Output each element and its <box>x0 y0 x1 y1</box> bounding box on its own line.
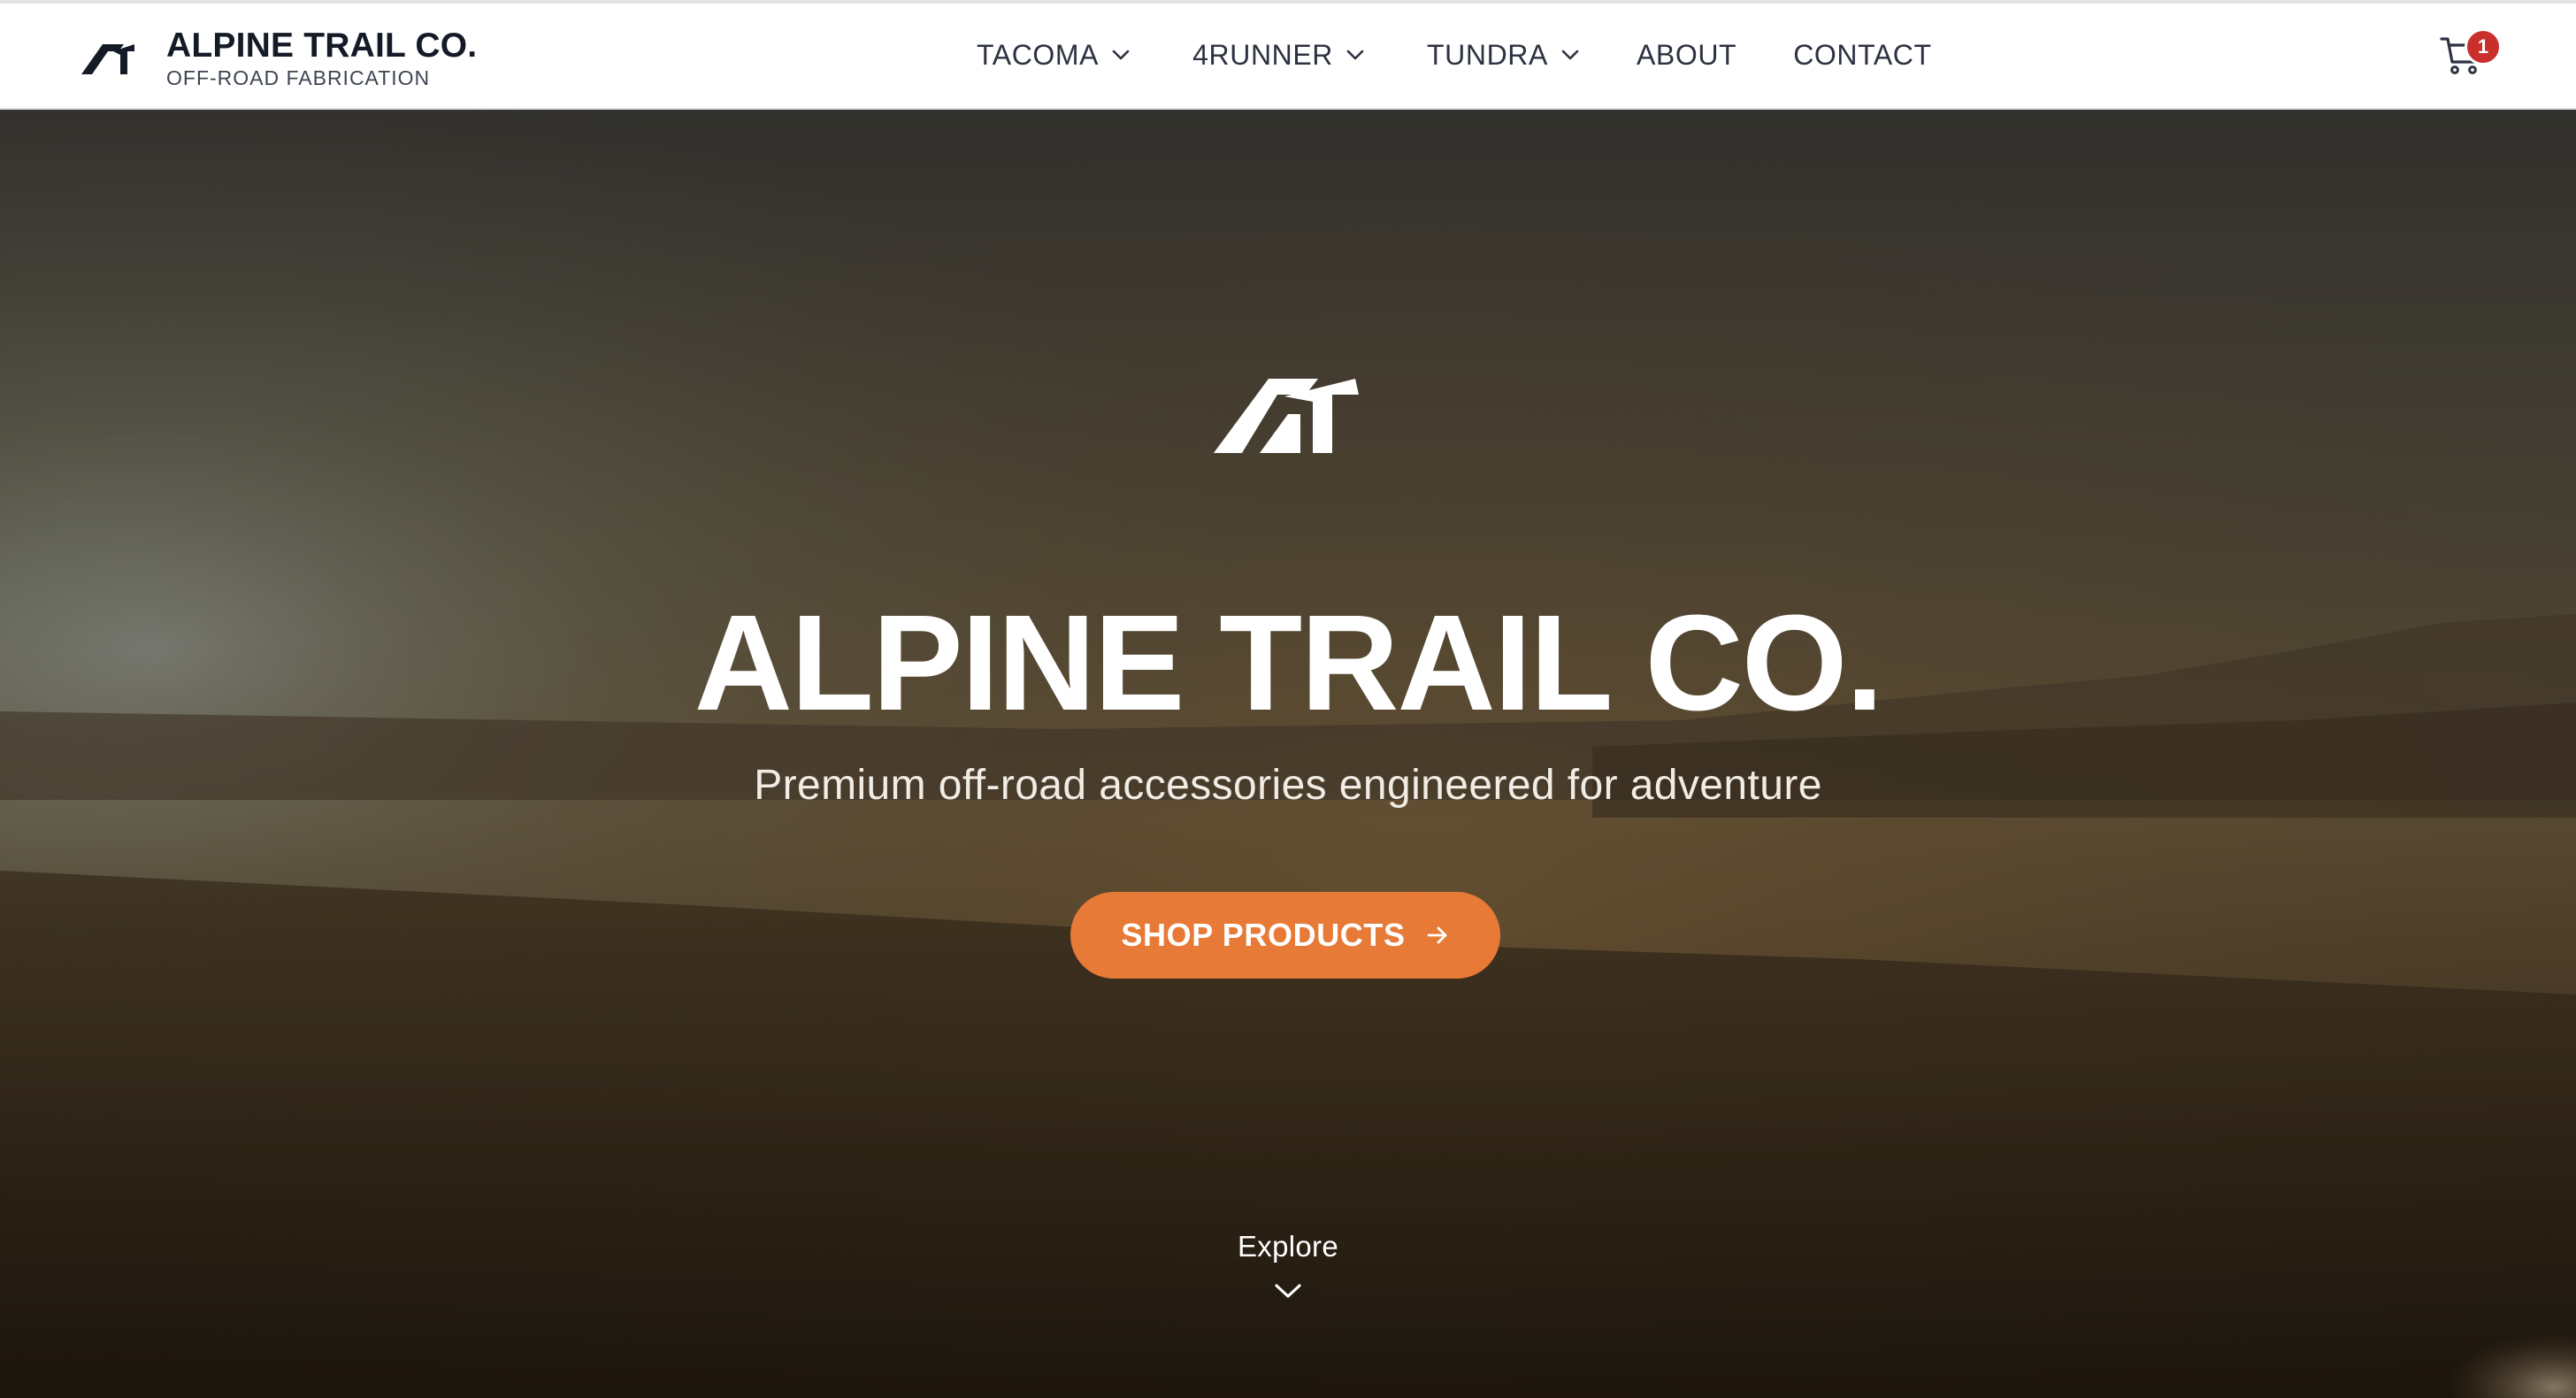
nav-item-contact[interactable]: CONTACT <box>1793 39 1931 72</box>
nav-item-label: ABOUT <box>1636 38 1737 71</box>
explore-label: Explore <box>1238 1230 1338 1263</box>
nav-item-label: TUNDRA <box>1427 38 1548 71</box>
nav-item-tundra[interactable]: TUNDRA <box>1427 39 1580 72</box>
chevron-down-icon <box>1112 50 1130 60</box>
alpine-trail-logo-icon <box>1214 379 1359 453</box>
site-header: ALPINE TRAIL CO. OFF-ROAD FABRICATION TA… <box>0 0 2576 110</box>
hero-section: ALPINE TRAIL CO. Premium off-road access… <box>0 110 2576 1398</box>
arrow-right-icon <box>1427 926 1446 944</box>
shop-products-button[interactable]: SHOP PRODUCTS <box>1070 892 1500 979</box>
nav-item-about[interactable]: ABOUT <box>1637 39 1736 72</box>
chevron-down-icon <box>1561 50 1579 60</box>
nav-item-tacoma[interactable]: TACOMA <box>977 39 1131 72</box>
explore-scroll-link[interactable]: Explore <box>1200 1230 1376 1327</box>
alpine-trail-logo-icon <box>81 44 134 74</box>
hero-background-image <box>0 110 2576 1398</box>
shop-products-label: SHOP PRODUCTS <box>1121 917 1406 953</box>
main-nav: TACOMA 4RUNNER TUNDRA ABOUT CONTACT <box>977 35 1932 74</box>
hero-subtitle: Premium off-road accessories engineered … <box>754 762 1822 809</box>
nav-item-label: 4RUNNER <box>1192 38 1334 71</box>
chevron-down-icon <box>1346 50 1364 60</box>
brand-name: ALPINE TRAIL CO. <box>166 27 478 65</box>
cart-button[interactable]: 1 <box>2436 28 2502 85</box>
cart-count-badge: 1 <box>2465 28 2502 65</box>
nav-item-4runner[interactable]: 4RUNNER <box>1192 39 1365 72</box>
brand-tagline: OFF-ROAD FABRICATION <box>166 66 431 89</box>
nav-item-label: TACOMA <box>977 38 1100 71</box>
nav-item-label: CONTACT <box>1793 38 1932 71</box>
brand-home-link[interactable]: ALPINE TRAIL CO. OFF-ROAD FABRICATION <box>81 23 477 94</box>
hero-title: ALPINE TRAIL CO. <box>694 587 1884 739</box>
chevron-down-icon <box>1275 1284 1301 1298</box>
